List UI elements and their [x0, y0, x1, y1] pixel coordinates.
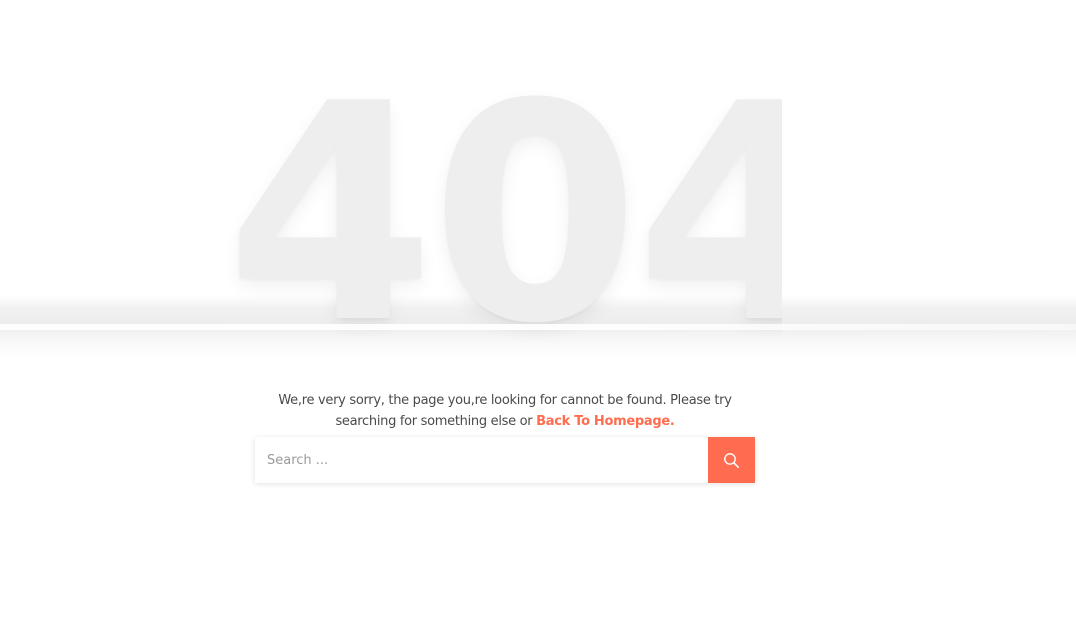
search-icon [724, 452, 739, 468]
search-input[interactable] [255, 437, 708, 483]
search-button[interactable] [708, 437, 755, 483]
error-404-page: 404 We,re very sorry, the page you,re lo… [0, 0, 1076, 641]
error-code-heading: 404 [226, 70, 782, 360]
search-form [255, 437, 755, 483]
back-to-homepage-link[interactable]: Back To Homepage. [536, 414, 675, 429]
floor-highlight [0, 324, 1076, 330]
error-message: We,re very sorry, the page you,re lookin… [256, 390, 754, 432]
